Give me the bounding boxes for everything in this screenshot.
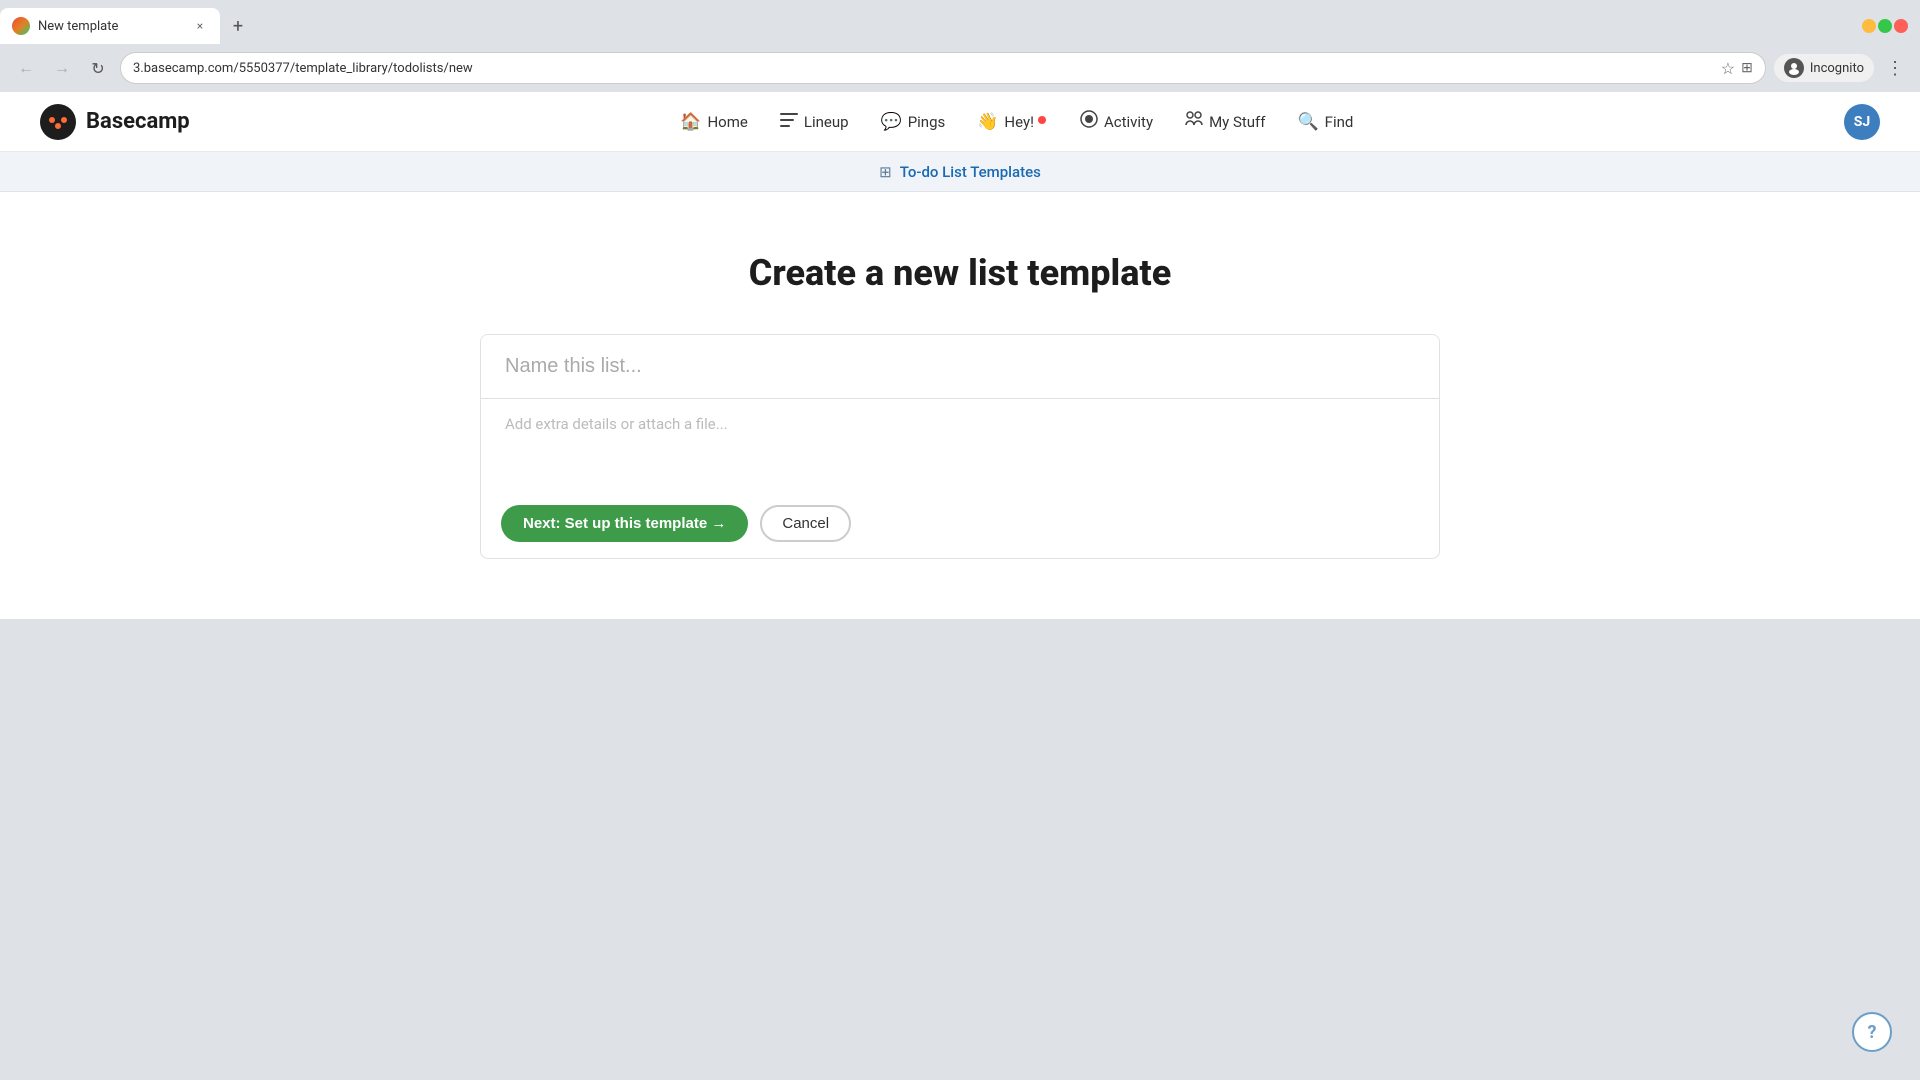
activity-icon <box>1080 110 1098 133</box>
nav-home[interactable]: 🏠 Home <box>666 104 762 140</box>
pings-icon: 💬 <box>881 112 902 132</box>
next-button[interactable]: Next: Set up this template → <box>501 505 748 542</box>
template-form: Next: Set up this template → Cancel <box>480 334 1440 559</box>
user-avatar[interactable]: SJ <box>1844 104 1880 140</box>
minimize-button[interactable] <box>1862 19 1876 33</box>
nav-activity-label: Activity <box>1104 113 1153 131</box>
brand[interactable]: Basecamp <box>40 104 190 140</box>
maximize-button[interactable] <box>1878 19 1892 33</box>
new-tab-button[interactable]: + <box>224 12 252 40</box>
tab-close-button[interactable]: × <box>192 18 208 34</box>
nav-mystuff-label: My Stuff <box>1209 113 1265 131</box>
mystuff-icon <box>1185 111 1203 132</box>
address-icons: ☆ ⊞ <box>1721 59 1753 78</box>
omnibar: ← → ↻ 3.basecamp.com/5550377/template_li… <box>0 44 1920 92</box>
hey-notification-badge <box>1038 116 1046 124</box>
incognito-icon <box>1784 58 1804 78</box>
form-actions: Next: Set up this template → Cancel <box>481 489 1439 558</box>
nav-mystuff[interactable]: My Stuff <box>1171 103 1279 140</box>
back-button[interactable]: ← <box>12 54 40 82</box>
nav-pings-label: Pings <box>908 113 946 131</box>
brand-name: Basecamp <box>86 109 190 134</box>
breadcrumb: ⊞ To-do List Templates <box>879 163 1041 181</box>
star-icon[interactable]: ☆ <box>1721 59 1735 78</box>
window-controls <box>1862 19 1920 33</box>
reload-button[interactable]: ↻ <box>84 54 112 82</box>
nav-hey-label: Hey! <box>1004 113 1034 131</box>
nav-lineup-label: Lineup <box>804 113 849 131</box>
tab-bar: New template × + <box>0 0 1920 44</box>
close-button[interactable] <box>1894 19 1908 33</box>
extensions-icon[interactable]: ⊞ <box>1741 60 1753 76</box>
breadcrumb-icon: ⊞ <box>879 163 892 181</box>
nav-activity[interactable]: Activity <box>1066 102 1167 141</box>
home-icon: 🏠 <box>680 112 701 132</box>
incognito-label: Incognito <box>1810 61 1864 76</box>
nav-find-label: Find <box>1325 113 1354 131</box>
url-text: 3.basecamp.com/5550377/template_library/… <box>133 61 1713 76</box>
address-bar[interactable]: 3.basecamp.com/5550377/template_library/… <box>120 52 1766 84</box>
tab-title: New template <box>38 19 184 34</box>
breadcrumb-link[interactable]: To-do List Templates <box>900 163 1041 181</box>
nav-home-label: Home <box>707 113 747 131</box>
lineup-icon <box>780 112 798 132</box>
main-content: Create a new list template Next: Set up … <box>0 192 1920 619</box>
list-name-input[interactable] <box>481 335 1439 399</box>
app-content: Basecamp 🏠 Home Lineup <box>0 92 1920 619</box>
nav-hey[interactable]: 👋 Hey! <box>963 104 1062 140</box>
page-title: Create a new list template <box>749 252 1171 294</box>
app-navbar: Basecamp 🏠 Home Lineup <box>0 92 1920 152</box>
nav-lineup[interactable]: Lineup <box>766 104 863 140</box>
nav-pings[interactable]: 💬 Pings <box>867 104 960 140</box>
incognito-button[interactable]: Incognito <box>1774 54 1874 82</box>
help-button[interactable]: ? <box>1852 1012 1892 1052</box>
hey-icon: 👋 <box>977 112 998 132</box>
nav-links: 🏠 Home Lineup 💬 Pings <box>666 102 1367 141</box>
omnibar-right: Incognito ⋮ <box>1774 54 1908 83</box>
nav-find[interactable]: 🔍 Find <box>1284 104 1368 140</box>
tab-favicon <box>12 17 30 35</box>
find-icon: 🔍 <box>1298 112 1319 132</box>
brand-logo <box>40 104 76 140</box>
list-details-textarea[interactable] <box>481 399 1439 485</box>
browser-menu-button[interactable]: ⋮ <box>1882 54 1908 83</box>
cancel-button[interactable]: Cancel <box>760 505 851 542</box>
active-tab: New template × <box>0 8 220 44</box>
forward-button[interactable]: → <box>48 54 76 82</box>
breadcrumb-bar: ⊞ To-do List Templates <box>0 152 1920 192</box>
